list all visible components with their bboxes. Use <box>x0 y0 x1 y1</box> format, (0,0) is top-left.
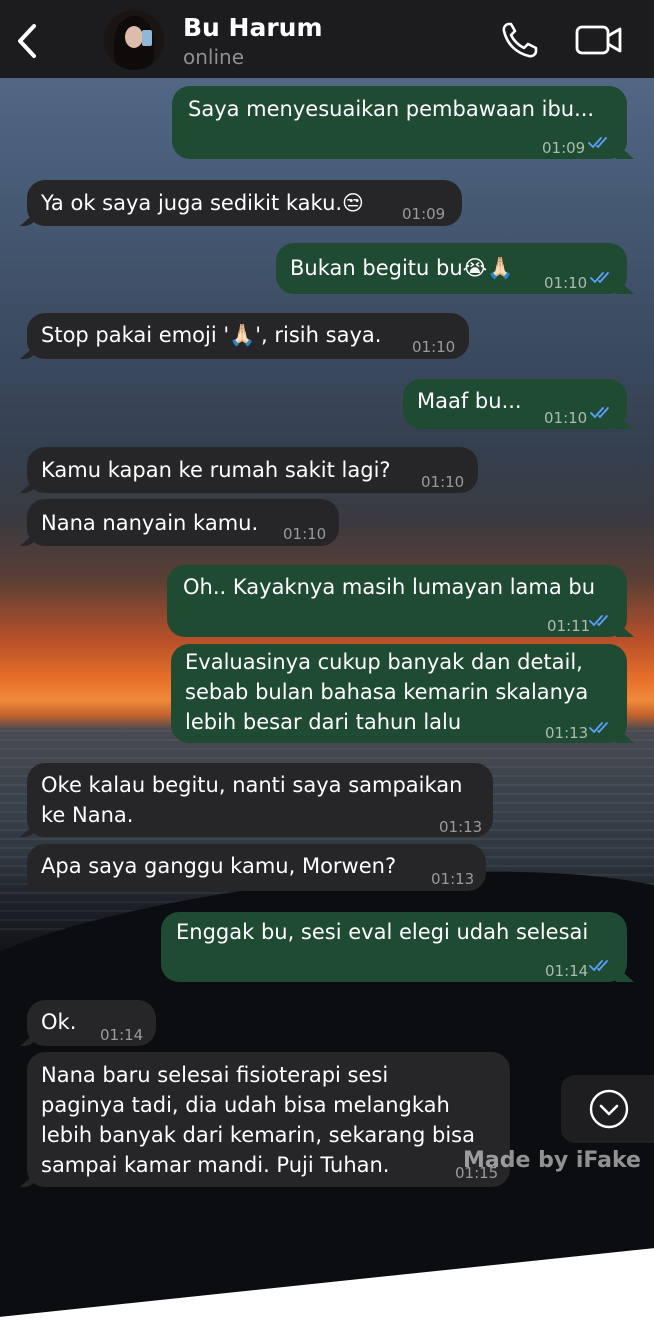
incoming-message[interactable]: Ya ok saya juga sedikit kaku.😒 01:09 <box>20 180 462 226</box>
message-timestamp: 01:13 <box>545 724 589 742</box>
incoming-message[interactable]: Nana nanyain kamu. 01:10 <box>20 499 339 546</box>
chat-header: Bu Harum online <box>0 0 654 78</box>
outgoing-message[interactable]: Maaf bu... 01:10 <box>403 379 634 429</box>
chevron-down-circle-icon <box>589 1089 629 1129</box>
contact-avatar[interactable] <box>104 10 164 70</box>
message-timestamp: 01:11 <box>547 617 591 635</box>
message-text: Enggak bu, sesi eval elegi udah selesai <box>176 920 589 944</box>
message-text: Nana baru selesai fisioterapi sesi <box>41 1063 389 1087</box>
double-check-icon <box>589 722 608 734</box>
video-camera-icon <box>575 25 622 55</box>
incoming-message[interactable]: Ok. 01:14 <box>20 1000 156 1046</box>
incoming-message[interactable]: Nana baru selesai fisioterapi sesi paginy… <box>20 1052 510 1187</box>
avatar-face <box>125 26 143 48</box>
message-timestamp: 01:10 <box>544 409 588 427</box>
message-timestamp: 01:10 <box>283 525 327 543</box>
video-call-button[interactable] <box>574 22 624 58</box>
message-text: Ok. <box>41 1010 77 1034</box>
double-check-icon <box>589 960 608 972</box>
double-check-icon <box>589 615 608 627</box>
voice-call-button[interactable] <box>498 20 542 60</box>
message-text: Apa saya ganggu kamu, Morwen? <box>41 854 397 878</box>
message-text: Stop pakai emoji '🙏🏻', risih saya. <box>41 323 382 347</box>
watermark: Made by iFake <box>463 1148 641 1173</box>
incoming-message[interactable]: Oke kalau begitu, nanti saya sampaikan ke… <box>20 763 493 837</box>
message-text: Evaluasinya cukup banyak dan detail, <box>185 650 583 674</box>
message-text: Bukan begitu bu😭🙏🏻 <box>290 256 514 280</box>
incoming-message[interactable]: Stop pakai emoji '🙏🏻', risih saya. 01:10 <box>20 313 469 359</box>
incoming-message[interactable]: Apa saya ganggu kamu, Morwen? 01:13 <box>20 844 486 891</box>
message-text: Oke kalau begitu, nanti saya sampaikan <box>41 773 463 797</box>
double-check-icon <box>588 137 607 149</box>
message-text: lebih besar dari tahun lalu <box>185 710 462 734</box>
message-text: Kamu kapan ke rumah sakit lagi? <box>41 458 391 482</box>
avatar-phone <box>142 30 152 46</box>
scroll-to-bottom-button[interactable] <box>561 1075 654 1143</box>
outgoing-message[interactable]: Evaluasinya cukup banyak dan detail, seba… <box>171 644 634 743</box>
message-timestamp: 01:09 <box>542 139 586 157</box>
message-timestamp: 01:13 <box>439 818 483 836</box>
message-text: Oh.. Kayaknya masih lumayan lama bu <box>183 575 596 599</box>
message-timestamp: 01:10 <box>421 473 465 491</box>
contact-name[interactable]: Bu Harum <box>183 13 323 42</box>
double-check-icon <box>590 272 609 284</box>
message-timestamp: 01:09 <box>402 205 446 223</box>
double-check-icon <box>590 407 609 419</box>
outgoing-message[interactable]: Enggak bu, sesi eval elegi udah selesai 0… <box>161 912 634 982</box>
message-text: sampai kamar mandi. Puji Tuhan. <box>41 1153 390 1177</box>
message-text: ke Nana. <box>41 803 134 827</box>
outgoing-message[interactable]: Bukan begitu bu😭🙏🏻 01:10 <box>276 243 634 294</box>
message-text: Saya menyesuaikan pembawaan ibu... <box>188 97 595 121</box>
message-text: sebab bulan bahasa kemarin skalanya <box>185 680 589 704</box>
chevron-left-icon <box>18 24 36 58</box>
message-text: Maaf bu... <box>417 389 522 413</box>
contact-status: online <box>183 45 245 69</box>
outgoing-message[interactable]: Saya menyesuaikan pembawaan ibu... 01:09 <box>172 86 634 159</box>
message-text: Ya ok saya juga sedikit kaku.😒 <box>41 191 364 215</box>
message-timestamp: 01:14 <box>100 1026 144 1044</box>
message-text: Nana nanyain kamu. <box>41 511 259 535</box>
phone-icon <box>502 22 538 58</box>
message-timestamp: 01:10 <box>412 338 456 356</box>
message-timestamp: 01:13 <box>431 870 475 888</box>
back-button[interactable] <box>12 22 44 60</box>
message-timestamp: 01:10 <box>544 274 588 292</box>
outgoing-message[interactable]: Oh.. Kayaknya masih lumayan lama bu 01:11 <box>167 565 634 637</box>
message-text: paginya tadi, dia udah bisa melangkah <box>41 1093 450 1117</box>
message-text: lebih banyak dari kemarin, sekarang bisa <box>41 1123 475 1147</box>
incoming-message[interactable]: Kamu kapan ke rumah sakit lagi? 01:10 <box>20 447 478 493</box>
message-timestamp: 01:14 <box>545 962 589 980</box>
